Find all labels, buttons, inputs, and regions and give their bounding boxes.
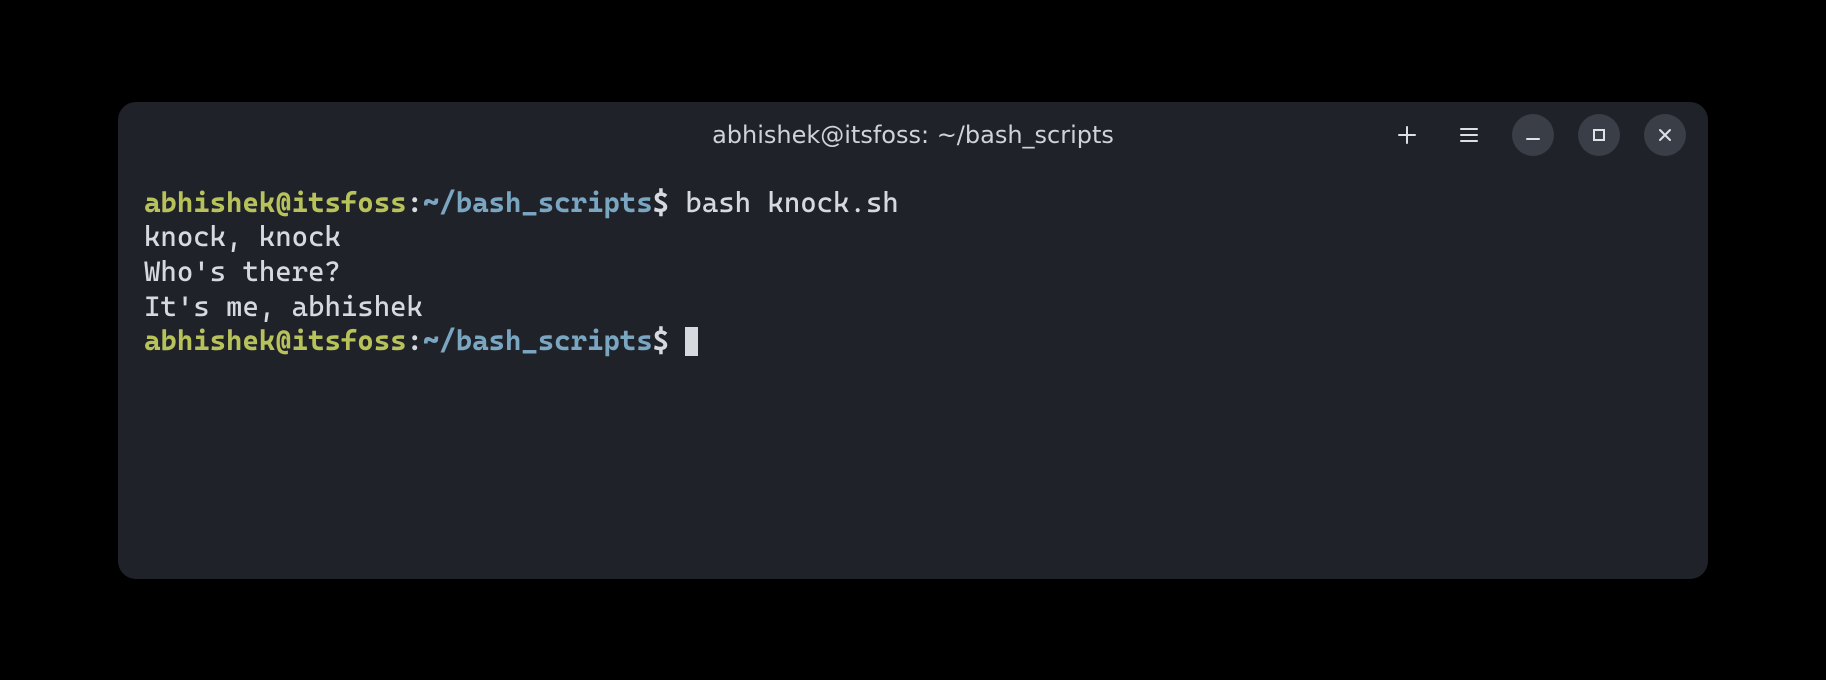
close-icon (1656, 126, 1674, 144)
prompt-line-1: abhishek@itsfoss:~/bash_scripts$ bash kn… (144, 186, 1682, 221)
prompt-cwd: ~/bash_scripts (423, 186, 653, 219)
maximize-button[interactable] (1578, 114, 1620, 156)
prompt-dollar: $ (653, 324, 669, 357)
titlebar: abhishek@itsfoss: ~/bash_scripts (118, 102, 1708, 168)
prompt-colon: : (407, 324, 423, 357)
command-text (669, 324, 685, 357)
titlebar-controls (1388, 114, 1686, 156)
terminal-window: abhishek@itsfoss: ~/bash_scripts (118, 102, 1708, 579)
prompt-user-host: abhishek@itsfoss (144, 324, 407, 357)
minimize-icon (1524, 126, 1542, 144)
output-line: knock, knock (144, 220, 1682, 255)
command-text: bash knock.sh (669, 186, 899, 219)
hamburger-icon (1458, 124, 1480, 146)
new-tab-button[interactable] (1388, 116, 1426, 154)
prompt-line-2: abhishek@itsfoss:~/bash_scripts$ (144, 324, 1682, 359)
minimize-button[interactable] (1512, 114, 1554, 156)
close-button[interactable] (1644, 114, 1686, 156)
cursor (685, 327, 698, 356)
plus-icon (1396, 124, 1418, 146)
prompt-cwd: ~/bash_scripts (423, 324, 653, 357)
output-line: Who's there? (144, 255, 1682, 290)
maximize-icon (1591, 127, 1607, 143)
prompt-dollar: $ (653, 186, 669, 219)
prompt-colon: : (407, 186, 423, 219)
prompt-user-host: abhishek@itsfoss (144, 186, 407, 219)
terminal-body[interactable]: abhishek@itsfoss:~/bash_scripts$ bash kn… (118, 168, 1708, 579)
output-line: It's me, abhishek (144, 290, 1682, 325)
window-title: abhishek@itsfoss: ~/bash_scripts (712, 121, 1114, 149)
menu-button[interactable] (1450, 116, 1488, 154)
